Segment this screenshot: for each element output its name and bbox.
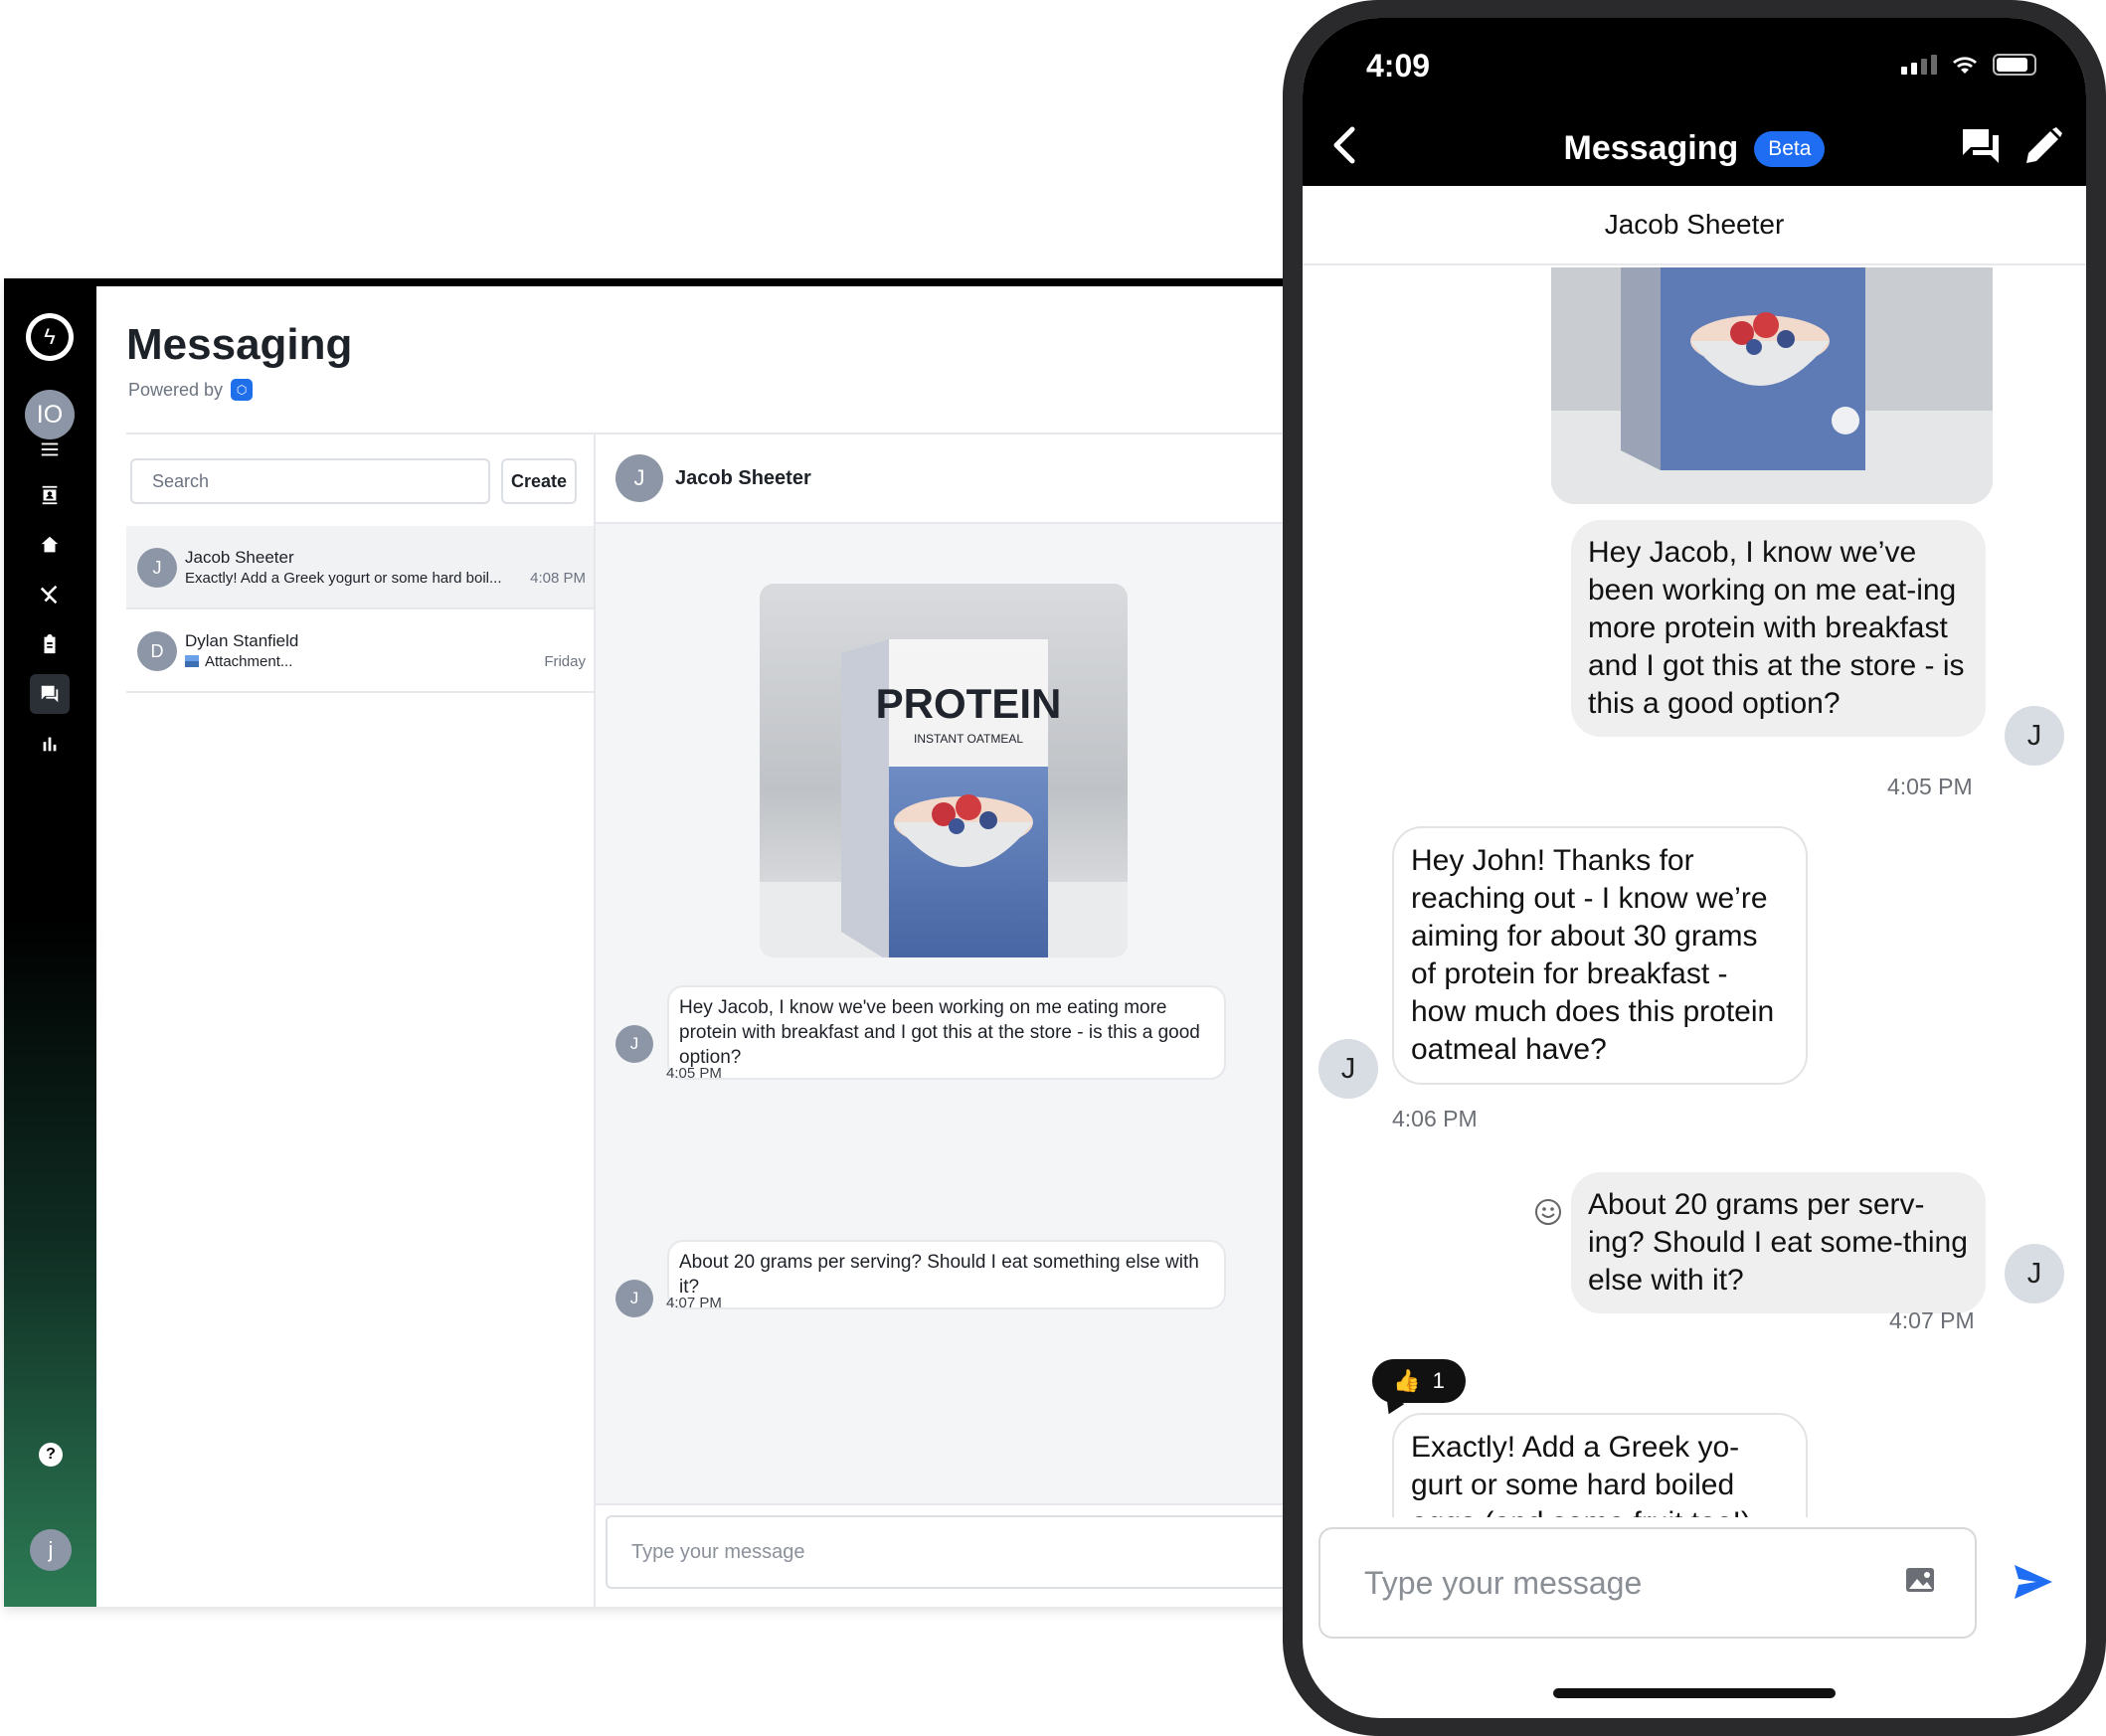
message-bubble-received: Hey John! Thanks for reaching out - I kn… <box>1392 826 1808 1085</box>
reaction-count: 1 <box>1432 1368 1445 1393</box>
product-brand-text: PROTEIN <box>876 680 1062 727</box>
partner-logo-icon: ⬡ <box>231 379 254 401</box>
message-input[interactable]: Type your message <box>1318 1527 1977 1639</box>
image-icon[interactable] <box>1903 1563 1937 1597</box>
menu-icon[interactable] <box>30 430 70 469</box>
nav-rail: ϟ IO ? j <box>4 286 96 1607</box>
powered-by: Powered by ⬡ <box>128 379 254 401</box>
clipboard-icon[interactable] <box>30 624 70 664</box>
utensils-icon[interactable] <box>30 575 70 614</box>
message-time: 4:06 PM <box>1392 1106 1478 1131</box>
message-thread: J Jacob Sheeter PROTEIN INSTANT OATMEAL <box>596 434 1293 1607</box>
message-time: 4:05 PM <box>1887 774 1973 799</box>
wifi-icon <box>1953 57 1977 74</box>
avatar: J <box>615 1280 653 1317</box>
phone-header: 4:09 Messaging Beta <box>1303 18 2086 186</box>
message-input[interactable]: Type your message <box>606 1515 1293 1589</box>
attachment-label: Attachment... <box>205 653 293 670</box>
signal-icon <box>1901 55 1937 75</box>
search-input[interactable]: Search <box>130 458 490 504</box>
avatar: J <box>1318 1039 1378 1099</box>
thread-contact-name: Jacob Sheeter <box>675 467 811 489</box>
phone-contact-name: Jacob Sheeter <box>1303 186 2086 265</box>
conversation-time: 4:08 PM <box>530 570 586 587</box>
messages-icon[interactable] <box>30 674 70 714</box>
message-time: 4:07 PM <box>666 1295 722 1311</box>
app-logo[interactable]: ϟ <box>26 313 74 361</box>
conversation-preview: Exactly! Add a Greek yogurt or some hard… <box>185 570 502 587</box>
contacts-icon[interactable] <box>30 475 70 515</box>
message-bubble: About 20 grams per serving? Should I eat… <box>667 1240 1226 1309</box>
message-bubble: Hey Jacob, I know we've been working on … <box>667 985 1226 1080</box>
conversation-name: Jacob Sheeter <box>185 548 294 567</box>
message-bubble-sent: Hey Jacob, I know we’ve been working on … <box>1571 520 1986 737</box>
home-icon[interactable] <box>30 525 70 565</box>
avatar: J <box>2005 1244 2064 1303</box>
phone-screen: 4:09 Messaging Beta Jacob Sheeter Hey Ja… <box>1303 18 2086 1718</box>
analytics-icon[interactable] <box>30 724 70 764</box>
avatar: J <box>615 1025 653 1063</box>
compose-icon[interactable] <box>2020 125 2064 169</box>
home-indicator <box>1553 1688 1836 1698</box>
reaction-badge[interactable]: 👍 1 <box>1372 1359 1466 1403</box>
bolt-icon: ϟ <box>31 318 69 356</box>
avatar: J <box>2005 706 2064 766</box>
status-clock: 4:09 <box>1366 48 1431 84</box>
product-photo[interactable] <box>1551 267 1993 504</box>
avatar: D <box>137 631 177 671</box>
page-title: Messaging <box>126 320 353 369</box>
conversation-name: Dylan Stanfield <box>185 631 299 650</box>
phone-thread: Hey Jacob, I know we’ve been working on … <box>1303 267 2086 1517</box>
avatar: J <box>615 454 663 502</box>
send-icon[interactable] <box>2011 1559 2056 1605</box>
product-subtitle-text: INSTANT OATMEAL <box>914 732 1023 746</box>
powered-by-label: Powered by <box>128 379 224 400</box>
phone-title-text: Messaging <box>1563 129 1739 167</box>
add-reaction-icon[interactable] <box>1533 1197 1563 1227</box>
image-attachment-icon <box>185 655 199 667</box>
status-icons <box>1901 54 2036 76</box>
battery-icon <box>1993 54 2036 76</box>
message-bubble-sent: About 20 grams per serv-ing? Should I ea… <box>1571 1172 1986 1313</box>
account-avatar[interactable]: j <box>30 1529 72 1571</box>
conversation-list: Search Create J Jacob Sheeter Exactly! A… <box>126 434 596 1607</box>
product-photo[interactable]: PROTEIN INSTANT OATMEAL <box>760 584 1128 957</box>
avatar: J <box>137 548 177 588</box>
help-icon[interactable]: ? <box>39 1443 63 1467</box>
create-button[interactable]: Create <box>501 458 577 504</box>
composer: Type your message <box>596 1503 1293 1607</box>
thread-header: J Jacob Sheeter <box>596 434 1293 524</box>
conversation-item[interactable]: J Jacob Sheeter Exactly! Add a Greek yog… <box>126 526 594 609</box>
phone-frame: 4:09 Messaging Beta Jacob Sheeter Hey Ja… <box>1283 0 2106 1736</box>
message-time: 4:05 PM <box>666 1065 722 1082</box>
conversations-icon[interactable] <box>1959 125 2003 169</box>
conversation-preview: Attachment... <box>185 653 292 670</box>
conversation-item[interactable]: D Dylan Stanfield Attachment... Friday <box>126 609 594 693</box>
desktop-app-window: ϟ IO ? j Messaging Powered by ⬡ Search C… <box>4 278 1293 1607</box>
thumbs-up-icon: 👍 <box>1393 1368 1421 1393</box>
beta-badge: Beta <box>1754 130 1826 167</box>
message-time: 4:07 PM <box>1889 1307 1975 1333</box>
message-bubble-received: Exactly! Add a Greek yo-gurt or some har… <box>1392 1413 1808 1517</box>
conversation-time: Friday <box>544 653 586 670</box>
